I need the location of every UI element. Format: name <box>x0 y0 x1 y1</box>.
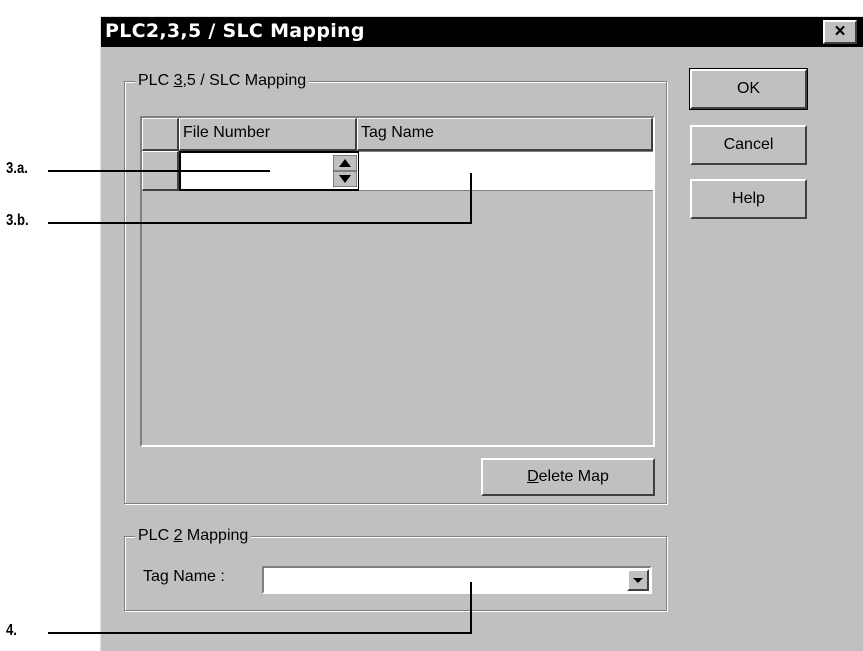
callout-line-4 <box>48 632 472 634</box>
callout-line-3b <box>48 222 472 224</box>
spin-updown-icon[interactable] <box>332 154 358 188</box>
callout-label-3a: 3.a. <box>6 160 28 177</box>
mapping-table[interactable]: File Number Tag Name <box>140 116 655 447</box>
cancel-button[interactable]: Cancel <box>690 125 807 165</box>
callout-leader-4 <box>470 582 472 634</box>
corner-header-cell <box>142 118 179 151</box>
dropdown-arrow-icon <box>633 578 643 583</box>
callout-leader-3b <box>470 173 472 224</box>
plc35-group-label: PLC 3,5 / SLC Mapping <box>135 72 310 90</box>
spin-control[interactable] <box>332 154 358 188</box>
plc2-tag-name-combobox[interactable] <box>262 566 652 594</box>
delete-map-button[interactable]: Delete Map <box>481 458 655 496</box>
column-header-tag-name[interactable]: Tag Name <box>357 118 653 151</box>
close-icon: × <box>834 21 846 42</box>
callout-label-4: 4. <box>6 622 17 639</box>
close-button[interactable]: × <box>823 20 857 44</box>
ok-button[interactable]: OK <box>689 68 808 110</box>
dialog-title: PLC2,3,5 / SLC Mapping <box>105 20 365 42</box>
dropdown-button[interactable] <box>627 569 649 591</box>
plc2-tag-name-label: Tag Name : <box>143 568 225 585</box>
tag-name-cell[interactable] <box>359 151 653 191</box>
title-bar[interactable]: PLC2,3,5 / SLC Mapping × <box>101 17 863 47</box>
callout-line-3a <box>48 170 270 172</box>
callout-label-3b: 3.b. <box>6 212 29 229</box>
column-header-file-number[interactable]: File Number <box>179 118 357 151</box>
plc2-group-label: PLC 2 Mapping <box>135 527 252 545</box>
help-button[interactable]: Help <box>690 179 807 219</box>
